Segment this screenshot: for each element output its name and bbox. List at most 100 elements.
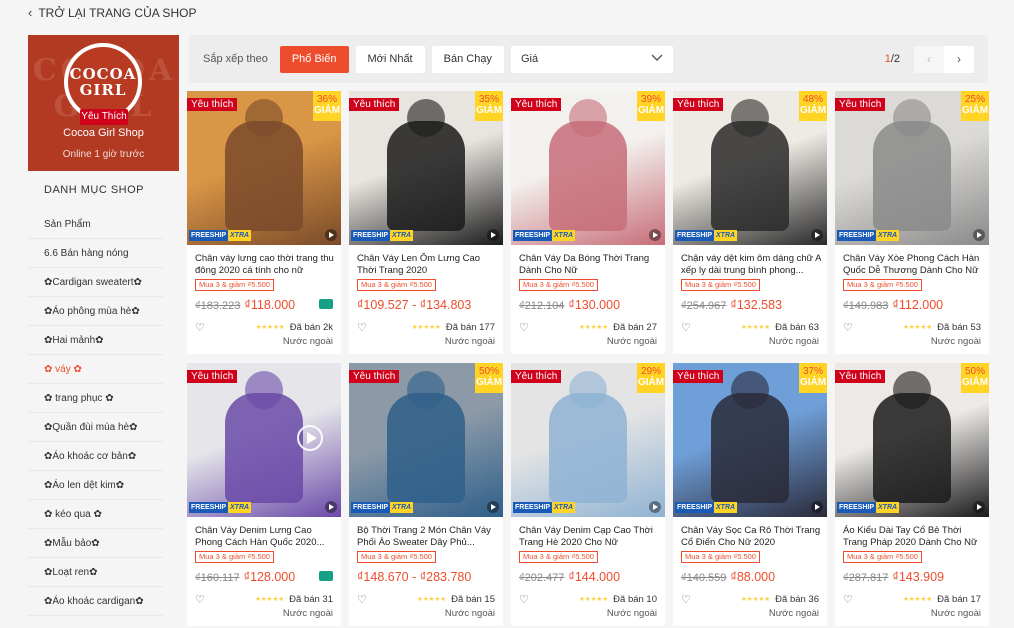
product-name: Bộ Thời Trang 2 Món Chân Váy Phối Áo Swe… bbox=[357, 525, 491, 548]
play-icon[interactable] bbox=[811, 501, 823, 513]
product-card[interactable]: Yêu thích 50% GIẢM FREESHIP XTRA Áo Kiểu D… bbox=[835, 363, 989, 626]
product-origin: Nước ngoài bbox=[606, 608, 657, 619]
play-icon[interactable] bbox=[325, 229, 337, 241]
heart-icon[interactable]: ♡ bbox=[519, 321, 529, 334]
price-row: ₫109.527 - ₫134.803 bbox=[357, 298, 471, 312]
shop-card[interactable]: COCOAGIRL COCOA GIRL Yêu Thích Cocoa Gir… bbox=[28, 35, 179, 171]
discount-badge: 25% GIẢM bbox=[961, 91, 989, 121]
product-photo-garment bbox=[873, 393, 951, 503]
category-list: Sản Phẩm 6.6 Bán hàng nóng ✿Cardigan sweat… bbox=[28, 210, 163, 616]
category-item[interactable]: ✿Hai mảnh✿ bbox=[28, 326, 163, 355]
product-card[interactable]: Yêu thích 35% GIẢM FREESHIP XTRA Chân Váy … bbox=[349, 91, 503, 354]
discount-badge: 35% GIẢM bbox=[475, 91, 503, 121]
sold-count: Đã bán 36 bbox=[775, 593, 819, 605]
product-meta: ♡ ★★★★★ Đã bán 53 bbox=[843, 321, 981, 334]
category-item[interactable]: ✿ váy ✿ bbox=[28, 355, 163, 384]
rating-stars-icon: ★★★★★ bbox=[741, 324, 771, 331]
rating-stars-icon: ★★★★★ bbox=[903, 324, 933, 331]
heart-icon[interactable]: ♡ bbox=[681, 321, 691, 334]
category-item[interactable]: ✿Loạt ren✿ bbox=[28, 558, 163, 587]
product-name: Chân Váy Denim Lưng Cao Phong Cách Hàn Q… bbox=[195, 525, 325, 548]
category-item[interactable]: ✿Mẫu bảo✿ bbox=[28, 529, 163, 558]
product-name: Áo Kiểu Dài Tay Cổ Bẻ Thời Trang Pháp 20… bbox=[843, 525, 978, 548]
product-meta: ♡ ★★★★★ Đã bán 2k bbox=[195, 321, 333, 334]
category-item[interactable]: Sản Phẩm bbox=[28, 210, 163, 239]
sold-count: Đã bán 27 bbox=[613, 321, 657, 333]
category-item[interactable]: ✿Áo khoác cơ bản✿ bbox=[28, 442, 163, 471]
original-price: ₫254.967 bbox=[681, 300, 727, 312]
favorite-badge: Yêu thích bbox=[349, 98, 400, 111]
freeship-xtra-badge: FREESHIP XTRA bbox=[675, 230, 738, 241]
shop-favorite-tag: Yêu Thích bbox=[80, 109, 128, 125]
heart-icon[interactable]: ♡ bbox=[195, 321, 205, 334]
sort-bestselling-button[interactable]: Bán Chạy bbox=[431, 45, 504, 73]
heart-icon[interactable]: ♡ bbox=[843, 321, 853, 334]
combo-deal-tag: Mua 3 & giảm ₫5.500 bbox=[195, 551, 274, 563]
sale-price: ₫112.000 bbox=[892, 298, 944, 312]
back-to-shop-link[interactable]: ‹ TRỞ LẠI TRANG CỦA SHOP bbox=[28, 5, 196, 20]
product-image: Yêu thích FREESHIP XTRA bbox=[187, 363, 341, 517]
price-sort-select[interactable]: Giá bbox=[510, 45, 673, 73]
price-row: ₫212.104 ₫130.000 bbox=[519, 298, 620, 312]
heart-icon[interactable]: ♡ bbox=[681, 593, 691, 606]
original-price: ₫160.117 bbox=[195, 572, 240, 584]
video-play-icon[interactable] bbox=[297, 425, 323, 451]
product-origin: Nước ngoài bbox=[282, 608, 333, 619]
play-icon[interactable] bbox=[973, 501, 985, 513]
product-card[interactable]: Yêu thích 29% GIẢM FREESHIP XTRA Chân Váy … bbox=[511, 363, 665, 626]
play-icon[interactable] bbox=[325, 501, 337, 513]
sale-price: ₫88.000 bbox=[730, 570, 776, 584]
play-icon[interactable] bbox=[487, 501, 499, 513]
play-icon[interactable] bbox=[487, 229, 499, 241]
sale-price: ₫130.000 bbox=[568, 298, 621, 312]
truck-icon bbox=[319, 299, 333, 309]
product-card[interactable]: Yêu thích FREESHIP XTRA Chân Váy Denim Lư… bbox=[187, 363, 341, 626]
next-page-button[interactable]: › bbox=[944, 45, 974, 73]
sold-count: Đã bán 2k bbox=[289, 321, 333, 333]
play-icon[interactable] bbox=[649, 229, 661, 241]
price-row: ₫183.223 ₫118.000 bbox=[195, 298, 295, 312]
category-item[interactable]: ✿ trang phục ✿ bbox=[28, 384, 163, 413]
category-item[interactable]: ✿Cardigan sweatert✿ bbox=[28, 268, 163, 297]
product-card[interactable]: Yêu thích 50% GIẢM FREESHIP XTRA Bộ Thời T… bbox=[349, 363, 503, 626]
category-item[interactable]: 6.6 Bán hàng nóng bbox=[28, 239, 163, 268]
favorite-badge: Yêu thích bbox=[349, 370, 400, 383]
play-icon[interactable] bbox=[811, 229, 823, 241]
product-origin: Nước ngoài bbox=[606, 336, 657, 347]
heart-icon[interactable]: ♡ bbox=[195, 593, 205, 606]
heart-icon[interactable]: ♡ bbox=[843, 593, 853, 606]
product-image: Yêu thích 29% GIẢM FREESHIP XTRA bbox=[511, 363, 665, 517]
category-item[interactable]: ✿Áo khoác cardigan✿ bbox=[28, 587, 163, 616]
rating-stars-icon: ★★★★★ bbox=[411, 324, 441, 331]
prev-page-button[interactable]: ‹ bbox=[914, 45, 944, 73]
product-card[interactable]: Yêu thích 36% GIẢM FREESHIP XTRA Chân váy … bbox=[187, 91, 341, 354]
sort-newest-button[interactable]: Mới Nhất bbox=[355, 45, 425, 73]
combo-deal-tag: Mua 3 & giảm ₫5.500 bbox=[357, 279, 436, 291]
sale-price: ₫148.670 - ₫283.780 bbox=[357, 570, 472, 584]
favorite-badge: Yêu thích bbox=[187, 98, 238, 111]
category-item[interactable]: ✿ kéo qua ✿ bbox=[28, 500, 163, 529]
discount-badge: 50% GIẢM bbox=[475, 363, 503, 393]
discount-badge: 48% GIẢM bbox=[799, 91, 827, 121]
favorite-badge: Yêu thích bbox=[673, 370, 724, 383]
combo-deal-tag: Mua 3 & giảm ₫5.500 bbox=[195, 279, 274, 291]
category-item[interactable]: ✿Áo len dệt kim✿ bbox=[28, 471, 163, 500]
product-card[interactable]: Yêu thích 39% GIẢM FREESHIP XTRA Chân Váy … bbox=[511, 91, 665, 354]
category-item[interactable]: ✿Áo phông mùa hè✿ bbox=[28, 297, 163, 326]
category-item[interactable]: ✿Quần đùi mùa hè✿ bbox=[28, 413, 163, 442]
heart-icon[interactable]: ♡ bbox=[519, 593, 529, 606]
product-name: Chân Váy Len Ôm Lưng Cao Thời Trang 2020 bbox=[357, 253, 481, 276]
sort-popular-button[interactable]: Phổ Biến bbox=[279, 45, 349, 73]
product-card[interactable]: Yêu thích 37% GIẢM FREESHIP XTRA Chân Váy … bbox=[673, 363, 827, 626]
product-photo-garment bbox=[549, 121, 627, 231]
heart-icon[interactable]: ♡ bbox=[357, 321, 367, 334]
product-origin: Nước ngoài bbox=[282, 336, 333, 347]
price-row: ₫287.817 ₫143.909 bbox=[843, 570, 944, 584]
product-card[interactable]: Yêu thích 25% GIẢM FREESHIP XTRA Chân Váy … bbox=[835, 91, 989, 354]
product-image: Yêu thích 37% GIẢM FREESHIP XTRA bbox=[673, 363, 827, 517]
heart-icon[interactable]: ♡ bbox=[357, 593, 367, 606]
product-card[interactable]: Yêu thích 48% GIẢM FREESHIP XTRA Chận váy … bbox=[673, 91, 827, 354]
product-image: Yêu thích 39% GIẢM FREESHIP XTRA bbox=[511, 91, 665, 245]
play-icon[interactable] bbox=[973, 229, 985, 241]
play-icon[interactable] bbox=[649, 501, 661, 513]
